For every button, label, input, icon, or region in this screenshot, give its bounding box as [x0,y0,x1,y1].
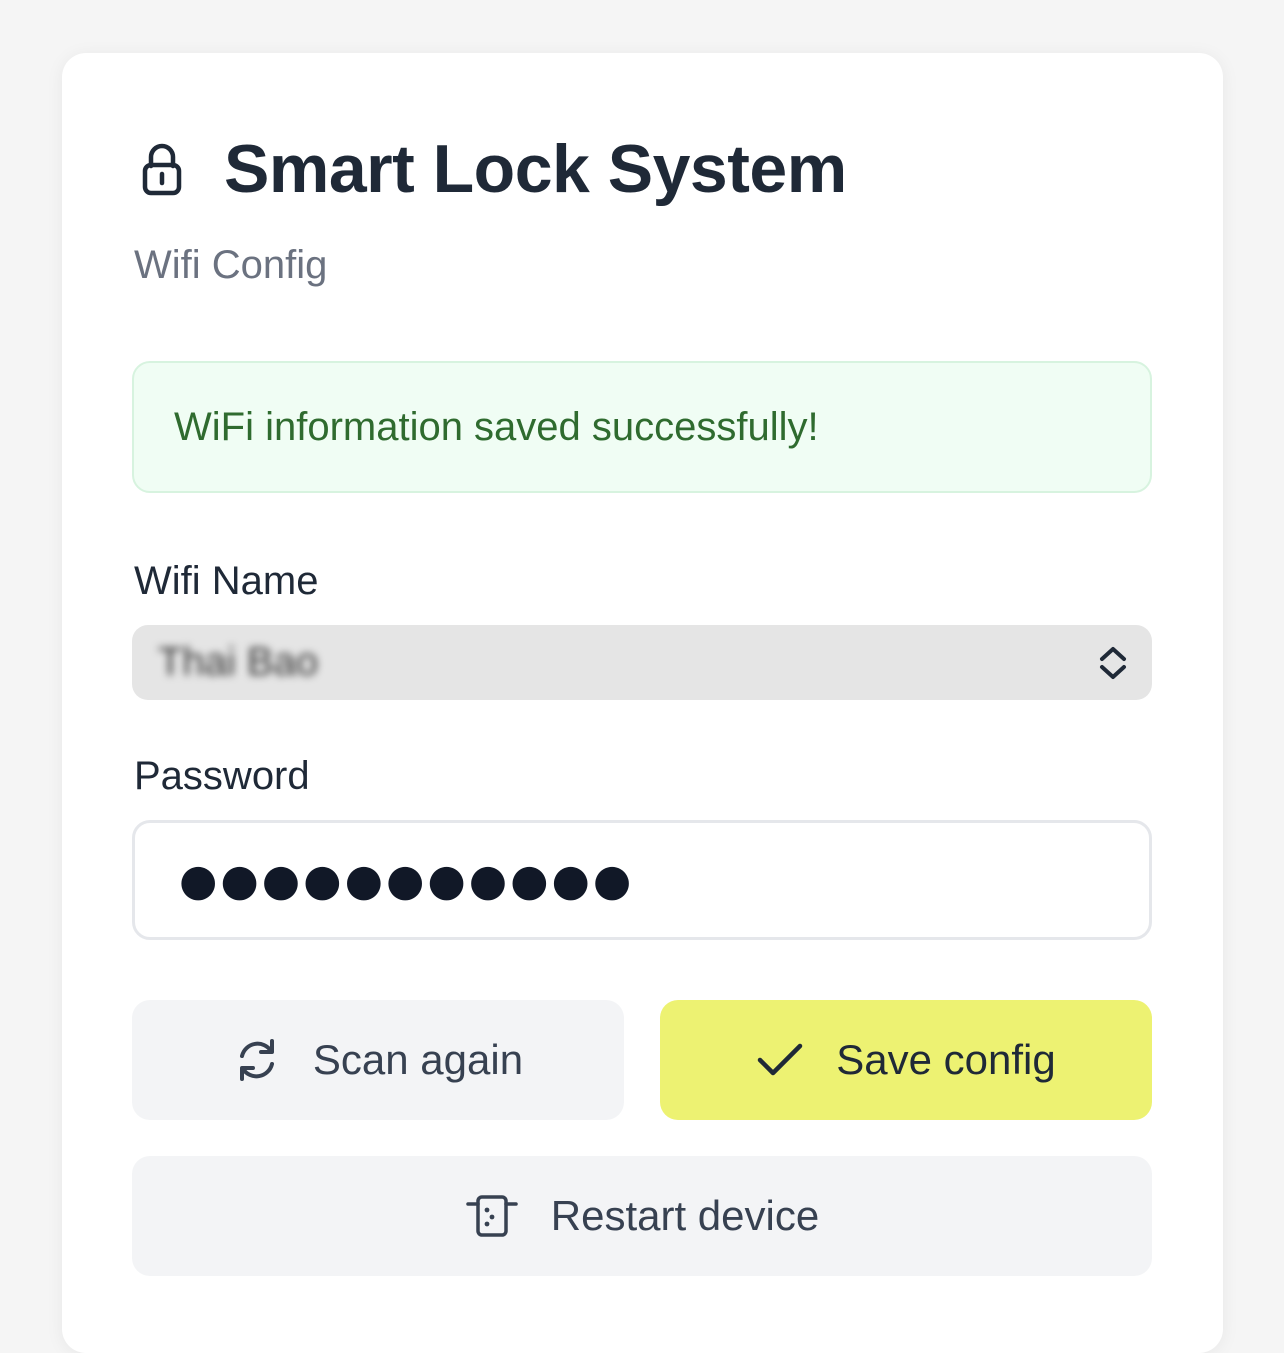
check-icon [756,1040,804,1080]
wifi-name-label: Wifi Name [134,559,319,603]
password-label: Password [134,754,310,798]
chevron-up-down-icon [1096,643,1130,683]
header: Smart Lock System [134,135,847,203]
wifi-config-card: Smart Lock System Wifi Config WiFi infor… [62,53,1223,1353]
wifi-name-value: Thai Bao [158,640,319,684]
scan-again-button[interactable]: Scan again [132,1000,624,1120]
lock-icon [134,139,190,199]
password-input[interactable]: ●●●●●●●●●●● [132,820,1152,940]
success-alert: WiFi information saved successfully! [132,361,1152,493]
save-config-button[interactable]: Save config [660,1000,1152,1120]
refresh-icon [233,1036,281,1084]
device-restart-icon [465,1194,519,1238]
page-subtitle: Wifi Config [134,243,328,287]
password-value: ●●●●●●●●●●● [179,854,635,906]
restart-device-button[interactable]: Restart device [132,1156,1152,1276]
scan-again-label: Scan again [312,1036,524,1083]
restart-device-label: Restart device [550,1192,820,1239]
save-config-label: Save config [836,1036,1056,1083]
wifi-name-select[interactable]: Thai Bao [132,625,1152,700]
page-title: Smart Lock System [224,131,847,207]
alert-message: WiFi information saved successfully! [174,404,819,449]
